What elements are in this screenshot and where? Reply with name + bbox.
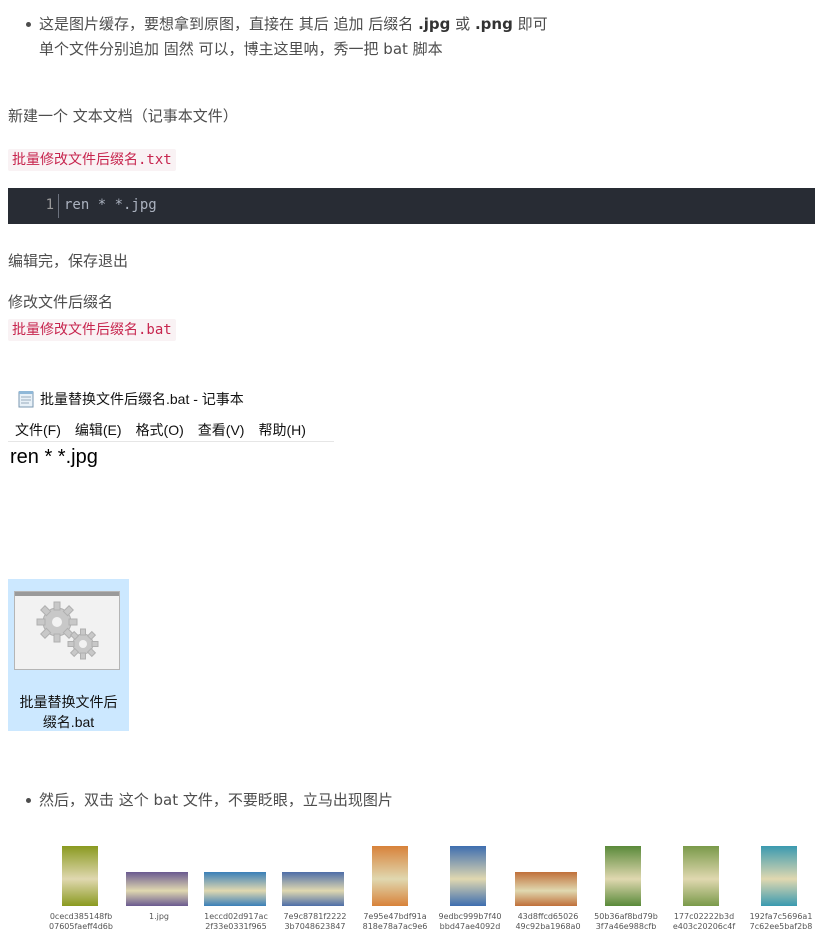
line-number: 1 (45, 197, 54, 213)
menu-help[interactable]: 帮助(H) (251, 420, 312, 441)
notepad-content[interactable]: ren * *.jpg (10, 444, 98, 470)
image-preview (126, 872, 188, 906)
png-ext: .png (474, 15, 513, 33)
image-filename: 43d8ffcd65026 49c92ba1968a0 (515, 912, 581, 931)
image-preview (204, 872, 266, 906)
paragraph-edit-done: 编辑完，保存退出 (8, 252, 129, 270)
image-filename: 0cecd385148fb 07605faeff4d6b (49, 912, 113, 931)
code-block: 1 ren * *.jpg (8, 188, 815, 224)
bullet-text: 这是图片缓存，要想拿到原图，直接在 其后 追加 后缀名 .jpg 或 .png … (39, 15, 548, 58)
image-preview (372, 846, 408, 906)
image-filename: 177c02222b3d e403c20206c4f (672, 912, 736, 931)
paragraph-new-doc: 新建一个 文本文档（记事本文件） (8, 107, 238, 125)
image-filename: 1eccd02d917ac 2f33e0331f965 (204, 912, 268, 931)
image-preview (683, 846, 719, 906)
menu-view[interactable]: 查看(V) (191, 420, 252, 441)
image-preview (605, 846, 641, 906)
bullet-item-cache-tip: 这是图片缓存，要想拿到原图，直接在 其后 追加 后缀名 .jpg 或 .png … (22, 12, 802, 62)
image-filename: 7e95e47bdf91a 818e78a7ac9e6 (362, 912, 428, 931)
menu-edit[interactable]: 编辑(E) (68, 420, 129, 441)
image-preview (515, 872, 577, 906)
image-filename: 50b36af8bd79b 3f7a46e988cfb (594, 912, 658, 931)
gutter-divider (58, 194, 59, 218)
code-line: ren * *.jpg (64, 197, 157, 213)
menu-file[interactable]: 文件(F) (8, 420, 68, 441)
paragraph-rename-ext: 修改文件后缀名 (8, 293, 114, 311)
notepad-title-bar: 批量替换文件后缀名.bat - 记事本 (18, 388, 244, 410)
image-filename: 9edbc999b7f40 bbd47ae4092d (438, 912, 502, 931)
file-thumbnail (14, 591, 120, 670)
image-filename: 1.jpg (148, 912, 169, 921)
notepad-menu-bar: 文件(F) 编辑(E) 格式(O) 查看(V) 帮助(H) (8, 420, 334, 442)
notepad-title: 批量替换文件后缀名.bat - 记事本 (40, 391, 244, 407)
image-filename: 192fa7c5696a1 7c62ee5baf2b8 (749, 912, 813, 931)
image-preview (62, 846, 98, 906)
menu-format[interactable]: 格式(O) (129, 420, 191, 441)
inline-code-bat: 批量修改文件后缀名.bat (8, 319, 176, 341)
jpg-ext: .jpg (418, 15, 451, 33)
bat-file-tile[interactable]: 批量替换文件后 缀名.bat (8, 579, 129, 731)
file-name: 批量替换文件后 缀名.bat (19, 694, 118, 730)
gear-icon (36, 601, 99, 660)
image-preview (282, 872, 344, 906)
image-filename: 7e9c8781f2222 3b7048623847 (283, 912, 347, 931)
notepad-icon (18, 390, 34, 408)
image-preview (761, 846, 797, 906)
bullet-text: 然后，双击 这个 bat 文件，不要眨眼，立马出现图片 (39, 791, 393, 809)
inline-code-txt: 批量修改文件后缀名.txt (8, 149, 176, 171)
bullet-item-double-click: 然后，双击 这个 bat 文件，不要眨眼，立马出现图片 (22, 788, 802, 813)
image-preview (450, 846, 486, 906)
